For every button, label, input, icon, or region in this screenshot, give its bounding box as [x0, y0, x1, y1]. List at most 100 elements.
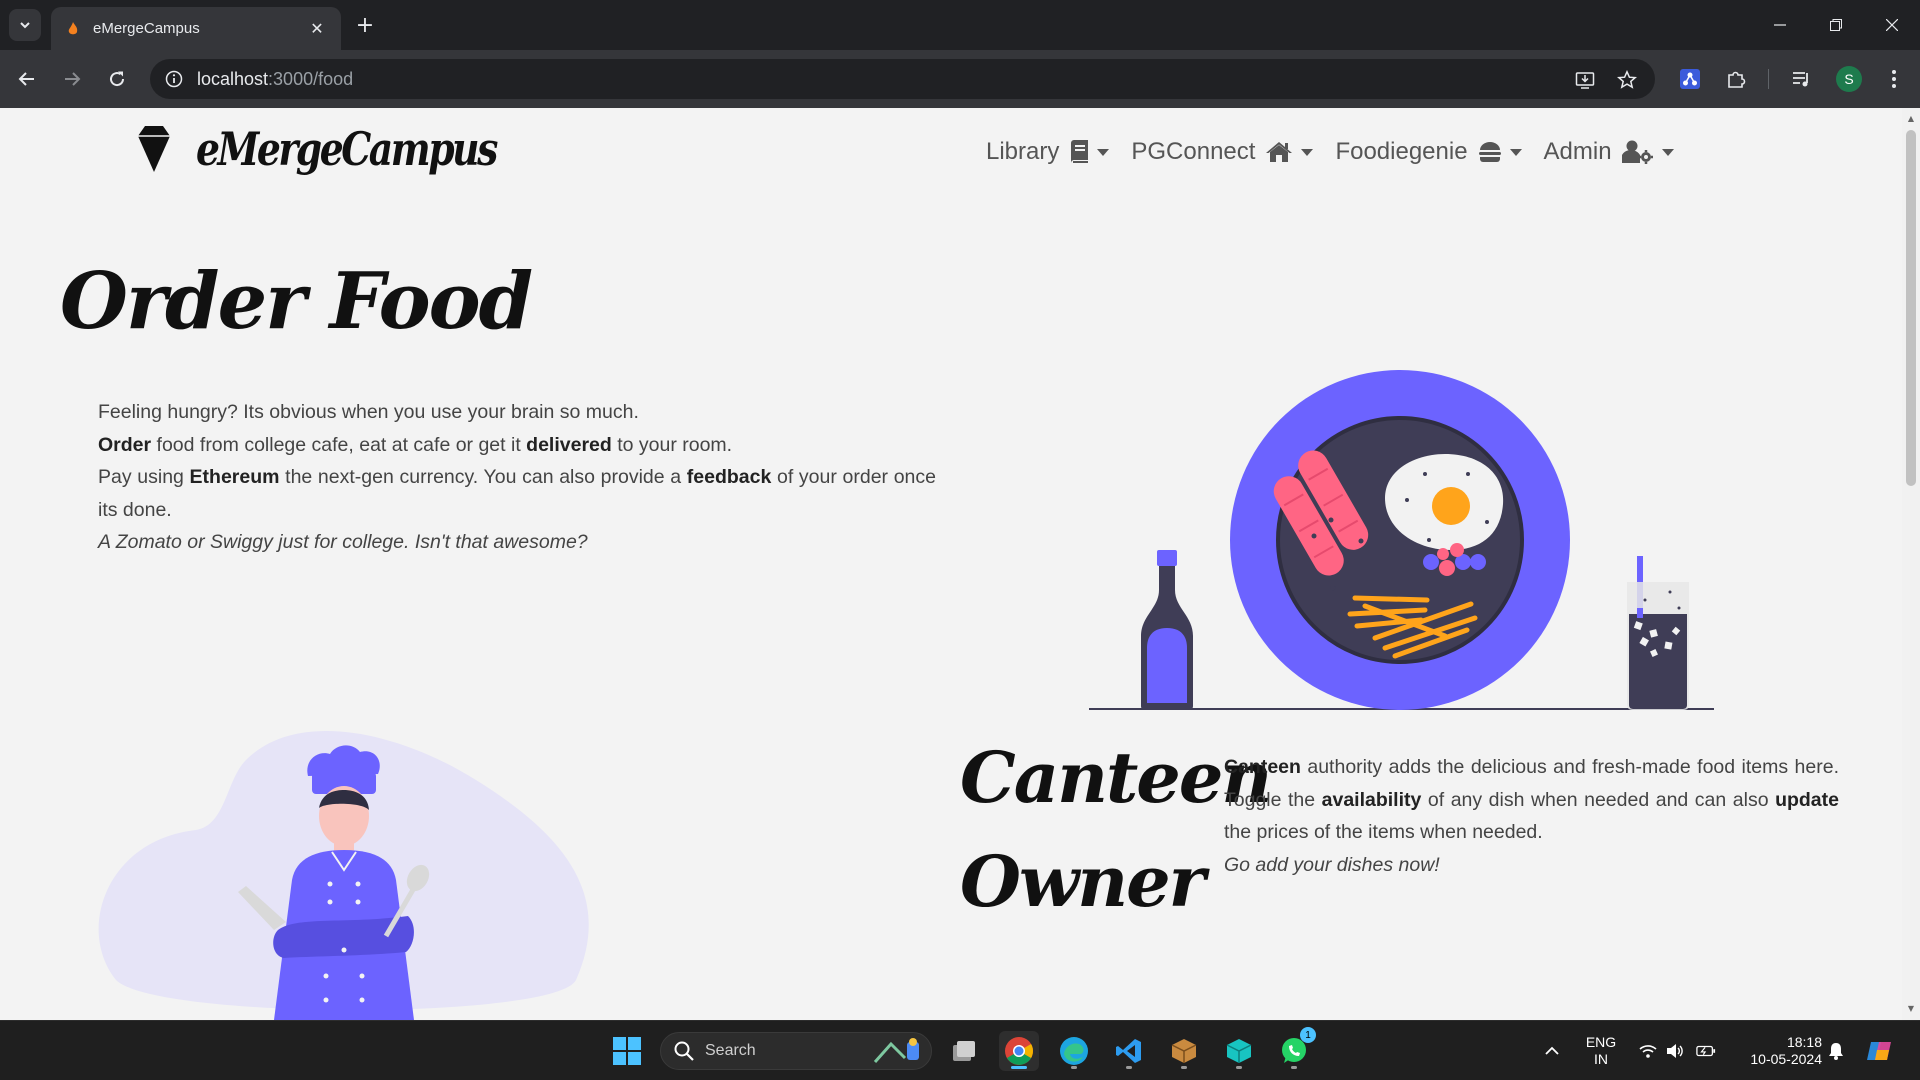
wifi-icon[interactable] [1638, 1041, 1658, 1061]
task-view-icon [953, 1041, 975, 1061]
hero-description: Feeling hungry? Its obvious when you use… [98, 396, 936, 559]
windows-logo-icon [613, 1037, 641, 1065]
volume-icon[interactable] [1665, 1041, 1685, 1061]
nav-pgconnect-label: PGConnect [1131, 138, 1256, 165]
reload-button[interactable] [101, 63, 133, 95]
hero-line-1: Feeling hungry? Its obvious when you use… [98, 401, 639, 423]
running-indicator [1071, 1066, 1077, 1069]
scroll-up-icon[interactable]: ▲ [1906, 114, 1916, 124]
extension-icon[interactable] [1676, 65, 1704, 93]
minimize-button[interactable] [1752, 0, 1808, 50]
hero-bold-order: Order [98, 433, 152, 456]
tab-title: eMergeCampus [93, 20, 200, 37]
tab-search-button[interactable] [9, 9, 41, 41]
fire-icon [68, 21, 78, 34]
close-icon[interactable]: ✕ [307, 19, 327, 38]
canteen-bold-update: update [1775, 788, 1839, 811]
browser-toolbar: localhost:3000/food S [0, 50, 1920, 108]
hero-line-3: Pay using Ethereum the next-gen currency… [98, 461, 936, 526]
clock-time: 18:18 [1786, 1034, 1822, 1050]
page-content: eMergeCampus Library PGConnect Foodiegen… [0, 108, 1902, 1020]
taskbar-task-view[interactable] [944, 1031, 984, 1071]
start-button[interactable] [607, 1031, 647, 1071]
clock-date: 10-05-2024 [1750, 1051, 1822, 1067]
book-icon [1071, 140, 1089, 163]
puzzle-icon[interactable] [1722, 65, 1750, 93]
taskbar-vscode[interactable] [1109, 1031, 1149, 1071]
running-indicator [1291, 1066, 1297, 1069]
main-navbar: Library PGConnect Foodiegenie Admin [986, 138, 1696, 166]
chevron-down-icon [1097, 148, 1110, 156]
taskbar-whatsapp[interactable]: 1 [1274, 1027, 1316, 1071]
edge-icon [1060, 1037, 1088, 1065]
hero-line-4: A Zomato or Swiggy just for college. Isn… [98, 531, 588, 553]
close-window-button[interactable] [1864, 0, 1920, 50]
nav-pgconnect[interactable]: PGConnect [1131, 138, 1314, 166]
hero-bold-feedback: feedback [686, 466, 772, 488]
search-placeholder: Search [705, 1042, 756, 1059]
hero-bold-delivered: delivered [526, 433, 612, 456]
hero-text-2b: to your room. [611, 433, 733, 456]
canteen-text-2: of any dish when needed and can also [1421, 788, 1776, 811]
taskbar-box-app[interactable] [1164, 1031, 1204, 1071]
scroll-thumb[interactable] [1906, 130, 1916, 486]
diamond-logo-icon [138, 126, 170, 172]
scroll-down-icon[interactable]: ▼ [1906, 1004, 1916, 1014]
running-indicator [1181, 1066, 1187, 1069]
chevron-down-icon [20, 22, 30, 29]
cube-icon [1226, 1039, 1252, 1063]
canteen-text-3: the prices of the items when needed. [1224, 821, 1543, 843]
battery-icon[interactable] [1696, 1041, 1716, 1061]
canteen-description: Canteen authority adds the delicious and… [1224, 751, 1839, 881]
back-button[interactable] [11, 63, 43, 95]
nav-admin[interactable]: Admin [1544, 138, 1674, 166]
browser-tab[interactable]: eMergeCampus ✕ [51, 7, 341, 50]
canteen-cta: Go add your dishes now! [1224, 853, 1440, 876]
nav-library-label: Library [986, 138, 1060, 165]
page-scrollbar[interactable]: ▲ ▼ [1902, 108, 1920, 1020]
url-text: localhost:3000/food [197, 69, 353, 90]
reload-icon [110, 71, 125, 87]
taskbar-search[interactable]: Search [660, 1032, 932, 1070]
copilot-icon[interactable] [1864, 1035, 1896, 1067]
active-indicator [1011, 1066, 1027, 1069]
media-control-icon[interactable] [1788, 65, 1816, 93]
taskbar-edge[interactable] [1054, 1031, 1094, 1071]
nav-foodiegenie[interactable]: Foodiegenie [1335, 138, 1522, 166]
arrow-right-icon [65, 72, 81, 86]
hero-text-3a: Pay using [98, 466, 190, 488]
clock[interactable]: 18:18 10-05-2024 [1732, 1034, 1822, 1068]
hero-line-2: Order food from college cafe, eat at caf… [98, 429, 936, 462]
taskbar-chrome[interactable] [999, 1031, 1039, 1071]
more-menu-icon[interactable] [1880, 65, 1908, 93]
chevron-up-icon[interactable] [1542, 1041, 1562, 1061]
restore-button[interactable] [1808, 0, 1864, 50]
profile-avatar[interactable]: S [1836, 66, 1862, 92]
nav-foodiegenie-label: Foodiegenie [1335, 138, 1468, 165]
forward-button[interactable] [56, 63, 88, 95]
bookmark-star-icon[interactable] [1616, 69, 1638, 91]
search-icon [674, 1041, 694, 1061]
package-icon [1171, 1039, 1197, 1063]
language-indicator[interactable]: ENG IN [1580, 1034, 1622, 1068]
taskbar-cube-app[interactable] [1219, 1031, 1259, 1071]
window-controls [1752, 0, 1920, 50]
running-indicator [1236, 1066, 1242, 1069]
chrome-icon [1005, 1037, 1033, 1065]
site-info-icon[interactable] [163, 68, 185, 90]
notification-badge: 1 [1300, 1027, 1316, 1043]
new-tab-button[interactable]: + [352, 12, 378, 38]
chevron-down-icon [1301, 148, 1314, 156]
brand-name: eMergeCampus [196, 122, 498, 176]
url-path: :3000/food [268, 68, 354, 89]
brand[interactable]: eMergeCampus [134, 122, 562, 176]
nav-admin-label: Admin [1543, 138, 1612, 165]
language-code: ENG [1585, 1034, 1617, 1050]
install-app-icon[interactable] [1574, 69, 1596, 91]
notification-bell-icon[interactable] [1826, 1041, 1846, 1061]
address-bar[interactable]: localhost:3000/food [150, 59, 1655, 99]
url-host: localhost [197, 68, 269, 89]
hero-text-2a: food from college cafe, eat at cafe or g… [151, 433, 527, 456]
nav-library[interactable]: Library [986, 138, 1110, 166]
hero-text-3b: the next-gen currency. You can also prov… [279, 466, 687, 488]
